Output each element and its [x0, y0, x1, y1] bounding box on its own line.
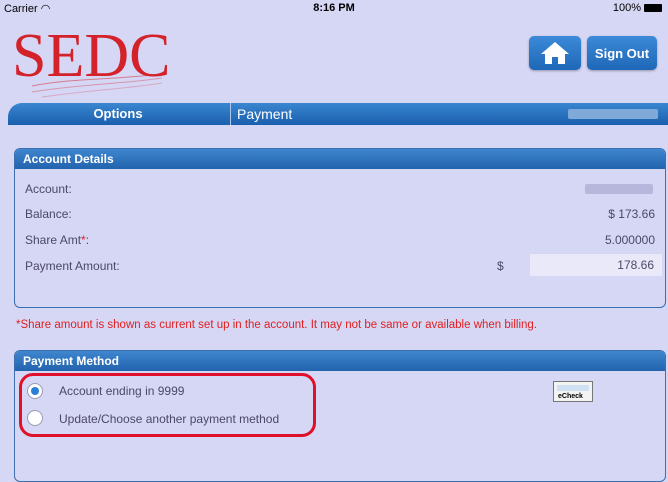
account-label: Account: [25, 182, 72, 196]
battery-icon [644, 4, 662, 12]
payment-amount-value: 178.66 [617, 258, 654, 272]
payment-amount-input[interactable]: 178.66 [530, 254, 662, 276]
echeck-label: eCheck [558, 393, 583, 400]
home-icon [541, 42, 569, 64]
sign-out-button[interactable]: Sign Out [587, 36, 657, 70]
app-screen: Carrier ︎◠ 8:16 PM 100% SEDC Sign Out Op… [0, 0, 668, 482]
payment-method-title: Payment Method [15, 351, 665, 371]
clock: 8:16 PM [313, 2, 355, 14]
balance-value: $ 173.66 [608, 207, 655, 221]
account-details-title: Account Details [15, 149, 665, 169]
share-amt-colon: : [85, 233, 90, 247]
share-amount-note: *Share amount is shown as current set up… [16, 319, 537, 331]
status-bar: Carrier ︎◠ 8:16 PM 100% [0, 0, 668, 16]
share-amt-text: Share Amt [25, 233, 82, 247]
share-amt-label: Share Amt*: [25, 233, 89, 247]
account-details-panel: Account Details Account: Balance: $ 173.… [14, 148, 666, 308]
share-amt-value: 5.000000 [604, 233, 655, 247]
tab-divider [230, 103, 231, 125]
account-number-redacted [585, 184, 653, 194]
currency-symbol: $ [497, 259, 504, 273]
echeck-icon: eCheck [553, 381, 593, 402]
payment-amount-label: Payment Amount: [25, 259, 120, 273]
redacted-info [568, 109, 658, 119]
tab-payment[interactable]: Payment [237, 103, 292, 125]
tab-bar: Options Payment [8, 103, 668, 125]
sedc-logo: SEDC [12, 22, 170, 98]
battery-percent: 100% [612, 2, 641, 14]
home-button[interactable] [529, 36, 581, 70]
balance-label: Balance: [25, 207, 72, 221]
battery-indicator: 100% [613, 2, 662, 14]
selection-highlight [19, 373, 316, 437]
tab-options[interactable]: Options [8, 103, 228, 125]
